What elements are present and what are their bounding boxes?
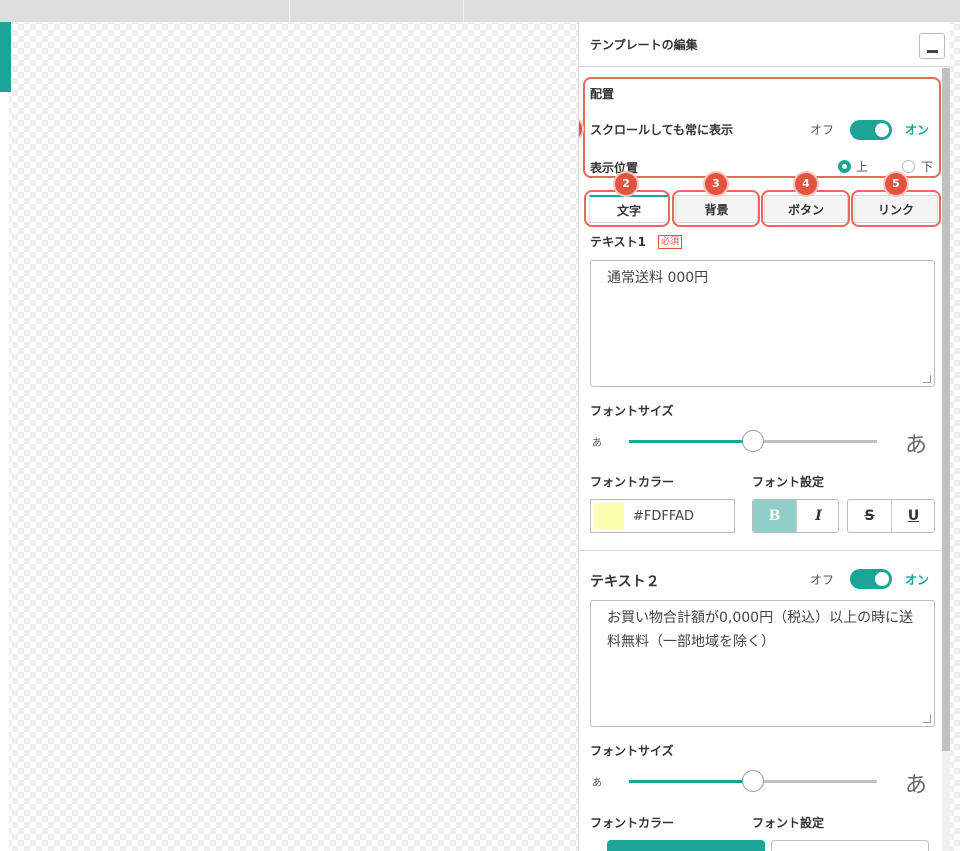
required-badge: 必須 <box>658 235 683 249</box>
panel-header: テンプレートの編集 <box>579 22 950 67</box>
section-divider <box>579 550 943 551</box>
cancel-button[interactable] <box>771 840 929 851</box>
text1-size-small: あ <box>592 438 602 449</box>
text2-slider-fill <box>629 780 753 783</box>
color-swatch[interactable] <box>594 503 624 529</box>
tab-link-callout <box>851 190 941 227</box>
text2-value: お買い物合計額が0,000円（税込）以上の時に送料無料（一部地域を除く） <box>607 610 914 650</box>
callout-marker-5: 5 <box>885 173 907 195</box>
text2-slider-knob[interactable] <box>742 770 764 792</box>
color-hex-value: #FDFFAD <box>633 509 695 524</box>
top-toolbar <box>0 0 960 22</box>
tab-background-callout <box>672 190 760 227</box>
tab-button-callout <box>761 190 850 227</box>
resize-grip-icon[interactable] <box>923 375 931 383</box>
tab-text-callout <box>584 190 670 227</box>
text2-font-color-label: フォントカラー <box>590 816 675 830</box>
canvas-accent-bar <box>0 22 11 92</box>
text1-size-large: あ <box>905 433 928 458</box>
placement-callout <box>583 77 941 178</box>
save-button[interactable] <box>607 840 765 851</box>
bold-button[interactable]: B <box>753 500 796 532</box>
toolbar-divider <box>289 0 290 22</box>
text2-font-size-label: フォントサイズ <box>590 744 674 758</box>
callout-marker-2: 2 <box>615 173 637 195</box>
text2-size-large: あ <box>905 773 928 798</box>
text1-value: 通常送料 000円 <box>607 270 709 286</box>
underline-button[interactable]: U <box>892 500 934 532</box>
callout-marker-1: 1 <box>579 118 582 140</box>
collapse-button[interactable] <box>919 33 945 59</box>
panel-scrollbar-thumb[interactable] <box>942 68 950 751</box>
bold-italic-group: B I <box>752 499 839 533</box>
toggle-knob <box>875 572 889 586</box>
template-editor-panel: テンプレートの編集 配置 スクロールしても常に表示 オフ オン 表示位置 上 下… <box>578 22 950 851</box>
italic-button[interactable]: I <box>797 500 838 532</box>
minus-icon <box>927 50 938 53</box>
panel-title: テンプレートの編集 <box>590 38 698 52</box>
text2-size-small: あ <box>592 778 602 789</box>
toolbar-divider <box>463 0 464 22</box>
callout-marker-3: 3 <box>705 173 727 195</box>
text2-font-setting-label: フォント設定 <box>752 816 825 830</box>
text1-font-setting-label: フォント設定 <box>752 475 825 489</box>
text1-font-color-label: フォントカラー <box>590 475 675 489</box>
text2-textarea[interactable]: お買い物合計額が0,000円（税込）以上の時に送料無料（一部地域を除く） <box>590 600 935 727</box>
strike-underline-group: S U <box>847 499 935 533</box>
text2-toggle[interactable] <box>850 569 892 589</box>
text2-off-label: オフ <box>810 573 835 587</box>
text1-label: テキスト1 <box>590 235 646 249</box>
canvas-left-edge <box>0 92 9 851</box>
text1-slider-knob[interactable] <box>742 430 764 452</box>
text1-slider-fill <box>629 440 753 443</box>
callout-marker-4: 4 <box>795 173 817 195</box>
text2-on-label: オン <box>905 573 930 587</box>
strikethrough-button[interactable]: S <box>848 500 891 532</box>
text2-label: テキスト２ <box>590 574 660 590</box>
text1-font-color-field[interactable]: #FDFFAD <box>590 499 735 533</box>
resize-grip-icon[interactable] <box>923 715 931 723</box>
text1-textarea[interactable]: 通常送料 000円 <box>590 260 935 387</box>
text1-font-size-label: フォントサイズ <box>590 404 674 418</box>
